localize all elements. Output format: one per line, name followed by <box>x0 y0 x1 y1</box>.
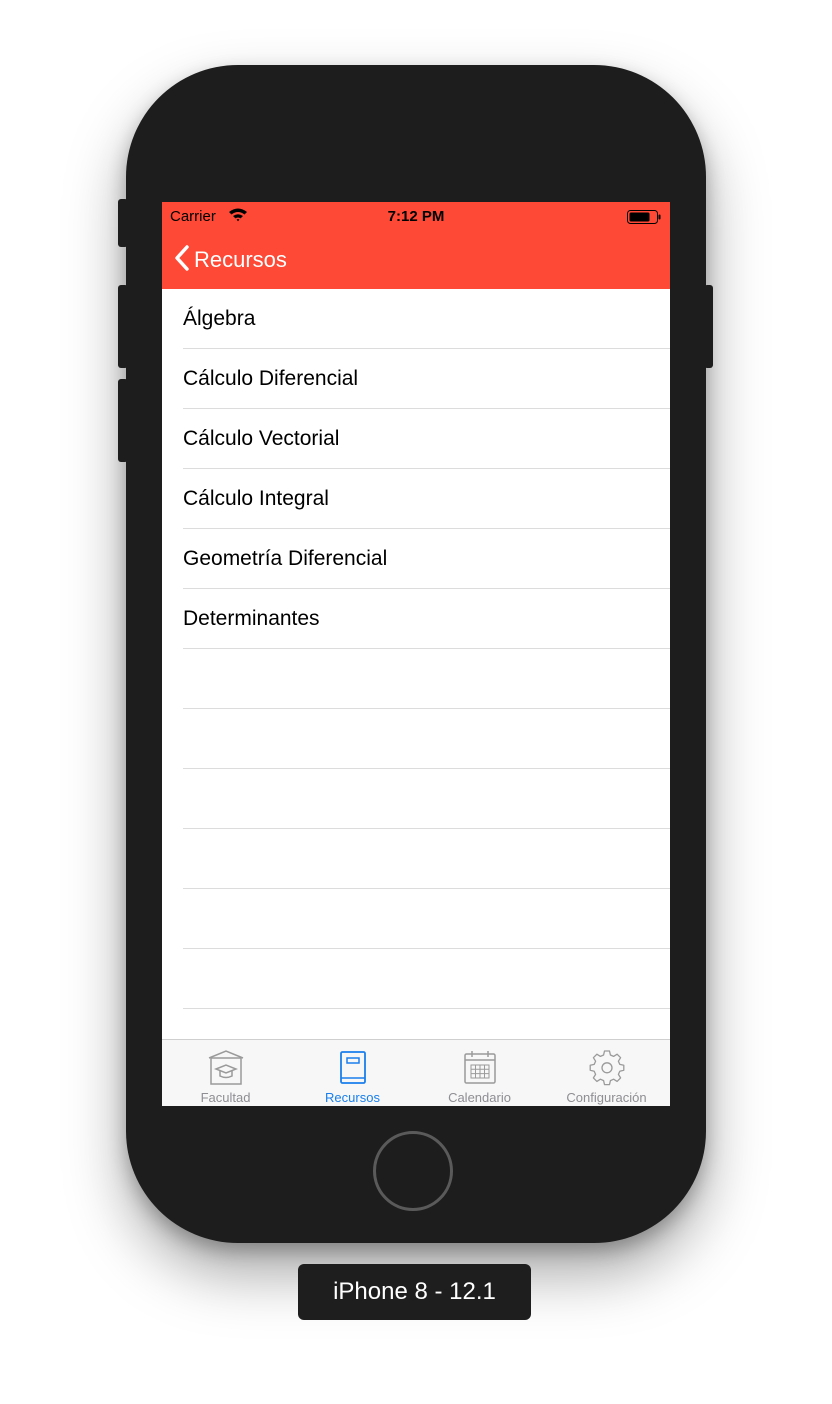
tab-calendario-label: Calendario <box>448 1090 511 1105</box>
list-item-label: Cálculo Vectorial <box>183 426 340 450</box>
empty-list-row <box>183 889 670 949</box>
status-bar: Carrier 7:12 PM <box>162 202 670 230</box>
empty-list-row <box>183 949 670 1009</box>
volume-down-button <box>118 379 128 462</box>
list-item[interactable]: Cálculo Diferencial <box>183 349 670 409</box>
device-label-text: iPhone 8 - 12.1 <box>333 1278 496 1305</box>
tab-recursos-label: Recursos <box>325 1090 380 1105</box>
graduation-building-icon <box>208 1050 244 1085</box>
power-button <box>704 285 713 368</box>
empty-list-row <box>183 829 670 889</box>
tab-bar: Facultad Recursos Calendario Configuraci… <box>162 1039 670 1106</box>
book-icon <box>340 1051 366 1084</box>
tab-recursos[interactable]: Recursos <box>289 1040 416 1106</box>
empty-list-row <box>183 649 670 709</box>
empty-list-row <box>183 769 670 829</box>
tab-configuracion-label: Configuración <box>566 1090 647 1105</box>
calendar-icon <box>464 1051 496 1084</box>
home-button[interactable] <box>373 1131 453 1211</box>
resource-list: Álgebra Cálculo Diferencial Cálculo Vect… <box>162 289 670 1009</box>
list-item-label: Geometría Diferencial <box>183 546 388 570</box>
empty-list-row <box>183 709 670 769</box>
status-time: 7:12 PM <box>387 208 445 225</box>
list-item-label: Cálculo Integral <box>183 486 329 510</box>
tab-configuracion[interactable]: Configuración <box>543 1040 670 1106</box>
volume-up-button <box>118 285 128 368</box>
list-item[interactable]: Cálculo Vectorial <box>183 409 670 469</box>
battery-icon <box>627 210 661 228</box>
device-label: iPhone 8 - 12.1 <box>298 1264 531 1320</box>
tab-facultad-label: Facultad <box>200 1090 251 1105</box>
tab-calendario[interactable]: Calendario <box>416 1040 543 1106</box>
mute-switch <box>118 199 128 247</box>
list-item-label: Cálculo Diferencial <box>183 366 359 390</box>
back-button[interactable]: Recursos <box>174 244 287 276</box>
chevron-left-icon <box>174 244 190 276</box>
list-item[interactable]: Determinantes <box>183 589 670 649</box>
screen: Carrier 7:12 PM Recursos Álgebra Cálculo… <box>162 202 670 1106</box>
back-button-label: Recursos <box>194 247 287 272</box>
list-item-label: Álgebra <box>183 306 256 330</box>
gear-icon <box>589 1050 625 1086</box>
list-item[interactable]: Cálculo Integral <box>183 469 670 529</box>
list-item-label: Determinantes <box>183 606 320 630</box>
tab-facultad[interactable]: Facultad <box>162 1040 289 1106</box>
list-item[interactable]: Geometría Diferencial <box>183 529 670 589</box>
navigation-bar: Recursos <box>162 230 670 289</box>
list-item[interactable]: Álgebra <box>183 289 670 349</box>
